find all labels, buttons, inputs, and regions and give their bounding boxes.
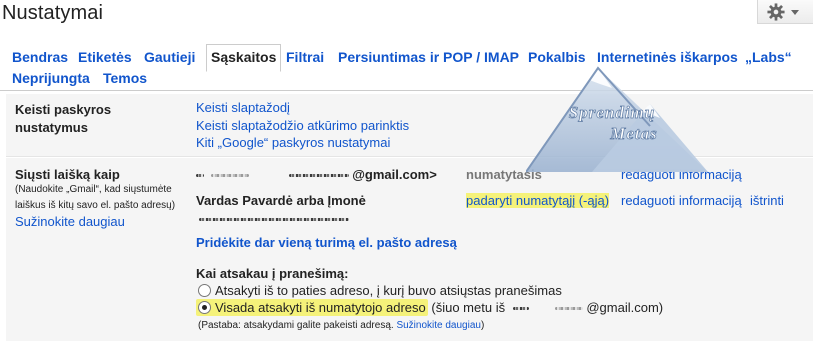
reply-same-radio[interactable] [198,284,211,297]
send-as-title: Siųsti laišką kaip [15,167,120,182]
reply-heading: Kai atsakau į pranešimą: [196,266,349,281]
reply-option-default-address[interactable]: Visada atsakyti iš numatytojo adreso (ši… [196,299,664,316]
make-default-link[interactable]: padaryti numatytąjį (-ąją) [466,193,610,208]
add-address-link[interactable]: Pridėkite dar vieną turimą el. pašto adr… [196,235,457,250]
redacted-name [196,174,204,178]
send-as-section: Siųsti laišką kaip (Naudokite „Gmail“, k… [6,158,813,341]
secondary-name: Vardas Pavardė arba Įmonė [196,193,366,208]
current-address-prefix: (šiuo metu iš [431,300,506,315]
tab-labs[interactable]: „Labs“ [745,49,792,65]
gear-icon [767,3,785,21]
watermark-logo: Sprendimų Metas [526,66,708,173]
tab-gautieji[interactable]: Gautieji [144,49,195,65]
redacted-name [210,174,249,178]
secondary-address-redacted [199,211,352,226]
reply-note: (Pastaba: atsakydami galite pakeisti adr… [198,320,485,331]
change-password-link[interactable]: Keisti slaptažodį [196,100,290,115]
other-google-settings-link[interactable]: Kiti „Google“ paskyros nustatymai [196,135,390,150]
change-account-title: Keisti paskyros nustatymus [15,102,112,135]
page-title: Nustatymai [2,2,104,24]
edit-secondary-info-link[interactable]: redaguoti informaciją [621,193,742,208]
primary-address: @gmail.com> [196,167,437,182]
redacted-address [199,218,349,222]
settings-button[interactable] [757,0,813,24]
tab-filtrai[interactable]: Filtrai [286,49,324,65]
current-address-suffix: @gmail.com) [586,300,664,315]
tab-temos[interactable]: Temos [103,70,147,86]
redacted-address [289,174,350,178]
change-recovery-options-link[interactable]: Keisti slaptažodžio atkūrimo parinktis [196,118,409,133]
send-as-description: (Naudokite „Gmail“, kad siųstumėte laišk… [15,184,176,211]
chevron-down-icon [791,10,799,15]
tab-persiuntimas[interactable]: Persiuntimas ir POP / IMAP [338,49,519,65]
redacted-address [512,307,529,311]
watermark-line1: Sprendimų [569,103,655,122]
reply-option-same-address[interactable]: Atsakyti iš to paties adreso, į kurį buv… [198,283,562,298]
reply-default-radio[interactable] [198,301,211,314]
tab-bendras[interactable]: Bendras [12,49,68,65]
delete-secondary-link[interactable]: ištrinti [750,193,784,208]
watermark-line2: Metas [609,124,658,143]
tab-neprijungta[interactable]: Neprijungta [12,70,90,86]
reply-default-highlight: Visada atsakyti iš numatytojo adreso [196,299,428,316]
redacted-address [555,307,584,311]
tab-saskaitos[interactable]: Sąskaitos [206,44,282,72]
note-learn-more-link[interactable]: Sužinokite daugiau [396,320,481,331]
tab-etiketes[interactable]: Etiketės [78,49,132,65]
send-as-learn-more-link[interactable]: Sužinokite daugiau [15,214,125,229]
